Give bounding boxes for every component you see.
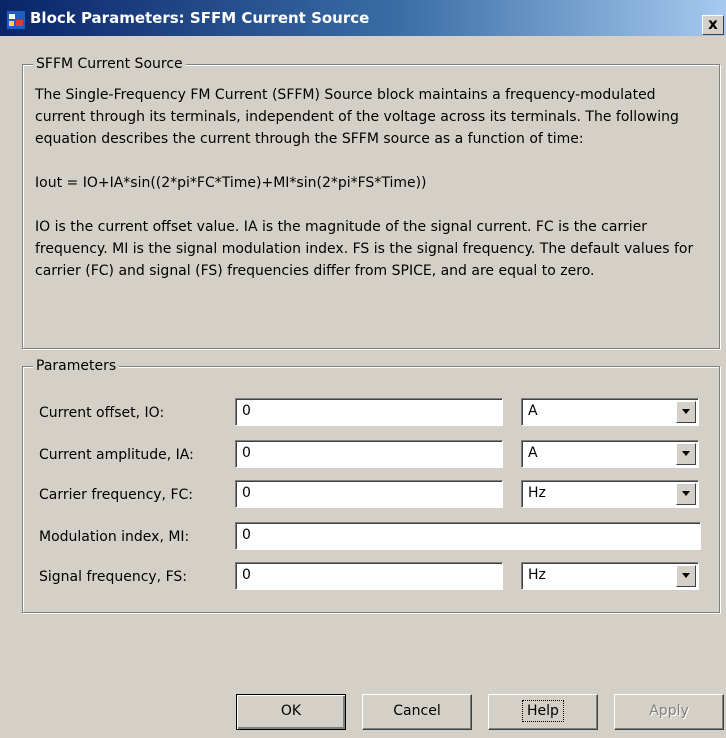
signal-frequency-unit: Hz xyxy=(528,567,546,583)
description-legend: SFFM Current Source xyxy=(33,56,186,72)
current-offset-unit: A xyxy=(528,403,538,419)
equation-text: Iout = IO+IA*sin((2*pi*FC*Time)+MI*sin(2… xyxy=(35,175,427,191)
current-offset-unit-select[interactable]: A xyxy=(521,398,699,426)
carrier-frequency-input[interactable]: 0 xyxy=(235,480,503,508)
parameters-legend: Parameters xyxy=(33,358,120,374)
description-group: SFFM Current Source The Single-Frequency… xyxy=(22,56,720,349)
current-amplitude-unit: A xyxy=(528,445,538,461)
cancel-button[interactable]: Cancel xyxy=(362,694,472,730)
current-amplitude-label: Current amplitude, IA: xyxy=(39,447,194,463)
signal-frequency-unit-select[interactable]: Hz xyxy=(521,562,699,590)
parameters-group: Parameters Current offset, IO: 0 A Curre… xyxy=(22,358,720,613)
current-offset-label: Current offset, IO: xyxy=(39,405,165,421)
apply-button-label: Apply xyxy=(649,703,689,719)
help-button-label: Help xyxy=(522,700,564,722)
carrier-frequency-unit-select[interactable]: Hz xyxy=(521,480,699,508)
window-title: Block Parameters: SFFM Current Source xyxy=(30,9,370,27)
current-offset-input[interactable]: 0 xyxy=(235,398,503,426)
chevron-down-icon[interactable] xyxy=(676,483,696,505)
signal-frequency-input[interactable]: 0 xyxy=(235,562,503,590)
carrier-frequency-label: Carrier frequency, FC: xyxy=(39,487,193,503)
carrier-frequency-unit: Hz xyxy=(528,485,546,501)
chevron-down-icon[interactable] xyxy=(676,565,696,587)
title-bar: Block Parameters: SFFM Current Source x xyxy=(0,0,726,36)
apply-button[interactable]: Apply xyxy=(614,694,724,730)
current-amplitude-unit-select[interactable]: A xyxy=(521,440,699,468)
parameter-notes: IO is the current offset value. IA is th… xyxy=(35,219,694,279)
current-amplitude-input[interactable]: 0 xyxy=(235,440,503,468)
modulation-index-input[interactable]: 0 xyxy=(235,522,701,550)
description-text: The Single-Frequency FM Current (SFFM) S… xyxy=(35,87,679,147)
modulation-index-label: Modulation index, MI: xyxy=(39,529,190,545)
close-icon: x xyxy=(708,15,718,33)
help-button[interactable]: Help xyxy=(488,694,598,730)
simulink-block-icon xyxy=(6,10,26,30)
chevron-down-icon[interactable] xyxy=(676,401,696,423)
chevron-down-icon[interactable] xyxy=(676,443,696,465)
cancel-button-label: Cancel xyxy=(393,703,441,719)
ok-button[interactable]: OK xyxy=(236,694,346,730)
close-button[interactable]: x xyxy=(702,15,724,35)
ok-button-label: OK xyxy=(280,703,302,719)
signal-frequency-label: Signal frequency, FS: xyxy=(39,569,187,585)
